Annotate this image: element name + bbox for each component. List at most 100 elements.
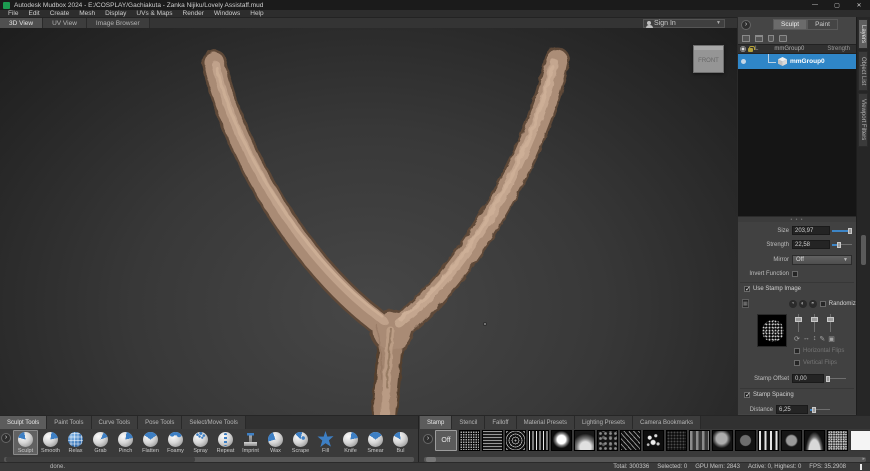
sculpt-tool[interactable]: Repeat bbox=[213, 430, 238, 455]
sculpt-tool[interactable]: Foamy bbox=[163, 430, 188, 455]
stamp-tray-tab[interactable]: Stamp bbox=[420, 416, 452, 429]
visibility-eye-icon[interactable] bbox=[740, 46, 746, 52]
stamp-spacing-checkbox[interactable] bbox=[744, 392, 750, 398]
flip-h-randomize-icon[interactable]: ◐ bbox=[799, 300, 807, 308]
stamp-off-button[interactable]: Off bbox=[435, 430, 457, 451]
stamp-thumbnail[interactable] bbox=[804, 430, 825, 451]
minimize-button[interactable]: — bbox=[804, 0, 826, 10]
group-name[interactable]: mmGroup0 bbox=[774, 46, 804, 52]
panel-scrollbar[interactable] bbox=[861, 235, 866, 265]
use-stamp-checkbox[interactable] bbox=[744, 286, 750, 292]
sculpted-model[interactable] bbox=[0, 28, 737, 415]
tool-tray-tab[interactable]: Pose Tools bbox=[138, 416, 182, 429]
sculpt-tool[interactable]: Spray bbox=[188, 430, 213, 455]
new-layer-icon[interactable] bbox=[742, 35, 750, 42]
menu-item[interactable]: Mesh bbox=[74, 10, 100, 17]
menu-item[interactable]: File bbox=[3, 10, 23, 17]
layer-mode-tab[interactable]: Paint bbox=[807, 19, 838, 30]
stamp-thumbnail[interactable] bbox=[482, 430, 503, 451]
delete-layer-icon[interactable] bbox=[768, 35, 774, 42]
sign-in-button[interactable]: Sign In ▼ bbox=[643, 19, 725, 28]
visibility-dot-icon[interactable] bbox=[741, 59, 746, 64]
stamp-tray-tab[interactable]: Lighting Presets bbox=[575, 416, 633, 429]
sculpt-tool[interactable]: Relax bbox=[63, 430, 88, 455]
stamp-thumbnail[interactable] bbox=[850, 430, 870, 451]
new-group-icon[interactable] bbox=[755, 35, 763, 42]
stamp-thumbnail[interactable] bbox=[528, 430, 549, 451]
menu-item[interactable]: Windows bbox=[209, 10, 245, 17]
menu-item[interactable]: Display bbox=[100, 10, 131, 17]
sculpt-tool[interactable]: Flatten bbox=[138, 430, 163, 455]
maximize-button[interactable]: ▢ bbox=[826, 0, 848, 10]
tool-tray-tab[interactable]: Sculpt Tools bbox=[0, 416, 47, 429]
stamp-offset-field[interactable]: 0,00 bbox=[792, 374, 824, 383]
stamp-offset-slider[interactable] bbox=[826, 375, 848, 383]
sculpt-tool[interactable]: Bul bbox=[388, 430, 413, 455]
stamp-tray-tab[interactable]: Camera Bookmarks bbox=[633, 416, 701, 429]
tray-expander-icon[interactable]: › bbox=[1, 433, 11, 443]
layer-row-selected[interactable]: mmGroup0 bbox=[738, 54, 856, 69]
stamp-tray-tab[interactable]: Falloff bbox=[485, 416, 516, 429]
sculpt-tool[interactable]: Smear bbox=[363, 430, 388, 455]
menu-item[interactable]: UVs & Maps bbox=[131, 10, 177, 17]
stamp-thumbnail[interactable] bbox=[643, 430, 664, 451]
viewport-tab[interactable]: 3D View bbox=[0, 18, 43, 28]
side-tab[interactable]: Object List bbox=[858, 51, 868, 91]
stamp-thumbnail[interactable] bbox=[712, 430, 733, 451]
sculpt-tool[interactable]: Fill bbox=[313, 430, 338, 455]
duplicate-stamp-icon[interactable]: ▣ bbox=[828, 335, 835, 343]
horizontal-flips-checkbox[interactable] bbox=[794, 348, 800, 354]
stamp-slider-3[interactable] bbox=[826, 314, 834, 332]
mirror-dropdown[interactable]: Off ▼ bbox=[792, 255, 852, 265]
stamp-slider-2[interactable] bbox=[810, 314, 818, 332]
sculpt-tool[interactable]: Grab bbox=[88, 430, 113, 455]
menu-item[interactable]: Render bbox=[178, 10, 209, 17]
tool-tray-tab[interactable]: Select/Move Tools bbox=[182, 416, 246, 429]
menu-item[interactable]: Create bbox=[45, 10, 75, 17]
sculpt-tool[interactable]: Imprint bbox=[238, 430, 263, 455]
side-tab[interactable]: Layers bbox=[858, 19, 868, 49]
sculpt-tool[interactable]: Knife bbox=[338, 430, 363, 455]
viewport-tab[interactable]: Image Browser bbox=[87, 18, 150, 28]
lock-icon[interactable] bbox=[748, 48, 753, 52]
flip-horizontal-icon[interactable]: ↔ bbox=[803, 335, 810, 343]
3d-viewport[interactable]: FRONT bbox=[0, 28, 737, 415]
distance-slider[interactable] bbox=[810, 406, 832, 414]
sculpt-tool[interactable]: Sculpt bbox=[13, 430, 38, 455]
layer-list-body[interactable] bbox=[738, 69, 856, 216]
vertical-flips-checkbox[interactable] bbox=[794, 360, 800, 366]
sculpt-tool[interactable]: Pinch bbox=[113, 430, 138, 455]
view-cube[interactable]: FRONT bbox=[693, 45, 724, 73]
sculpt-tool[interactable]: Smooth bbox=[38, 430, 63, 455]
menu-item[interactable]: Edit bbox=[23, 10, 44, 17]
close-button[interactable]: ✕ bbox=[848, 0, 870, 10]
size-slider[interactable] bbox=[832, 227, 854, 235]
stamp-thumbnail[interactable] bbox=[827, 430, 848, 451]
invert-function-checkbox[interactable] bbox=[792, 271, 798, 277]
distance-field[interactable]: 6,25 bbox=[776, 405, 808, 414]
viewport-tab[interactable]: UV View bbox=[43, 18, 87, 28]
stamp-thumbnail[interactable] bbox=[666, 430, 687, 451]
randomize-checkbox[interactable] bbox=[820, 301, 826, 307]
tool-tray-tab[interactable]: Curve Tools bbox=[92, 416, 139, 429]
flip-v-randomize-icon[interactable]: ◓ bbox=[809, 300, 817, 308]
stamp-thumbnail[interactable] bbox=[735, 430, 756, 451]
stamp-thumbnail[interactable] bbox=[505, 430, 526, 451]
tool-tray-tab[interactable]: Paint Tools bbox=[47, 416, 91, 429]
stamp-thumbnail[interactable] bbox=[689, 430, 710, 451]
stamp-thumbnail[interactable] bbox=[459, 430, 480, 451]
edit-stamp-icon[interactable]: ✎ bbox=[819, 335, 825, 343]
stamp-image-preview[interactable] bbox=[757, 314, 787, 347]
stamp-tray-tab[interactable]: Material Presets bbox=[517, 416, 575, 429]
rotate-stamp-icon[interactable]: ⟳ bbox=[794, 335, 800, 343]
strength-slider[interactable] bbox=[832, 241, 854, 249]
stamp-thumbnail[interactable] bbox=[620, 430, 641, 451]
menu-item[interactable]: Help bbox=[245, 10, 268, 17]
stamp-slot-button[interactable]: ▦ bbox=[742, 299, 749, 308]
layer-name[interactable]: mmGroup0 bbox=[790, 58, 825, 65]
size-field[interactable]: 203,97 bbox=[792, 226, 830, 235]
stamp-thumbnail[interactable] bbox=[574, 430, 595, 451]
stamp-thumbnail[interactable] bbox=[551, 430, 572, 451]
stamp-tray-tab[interactable]: Stencil bbox=[452, 416, 485, 429]
stamp-slider-1[interactable] bbox=[794, 314, 802, 332]
